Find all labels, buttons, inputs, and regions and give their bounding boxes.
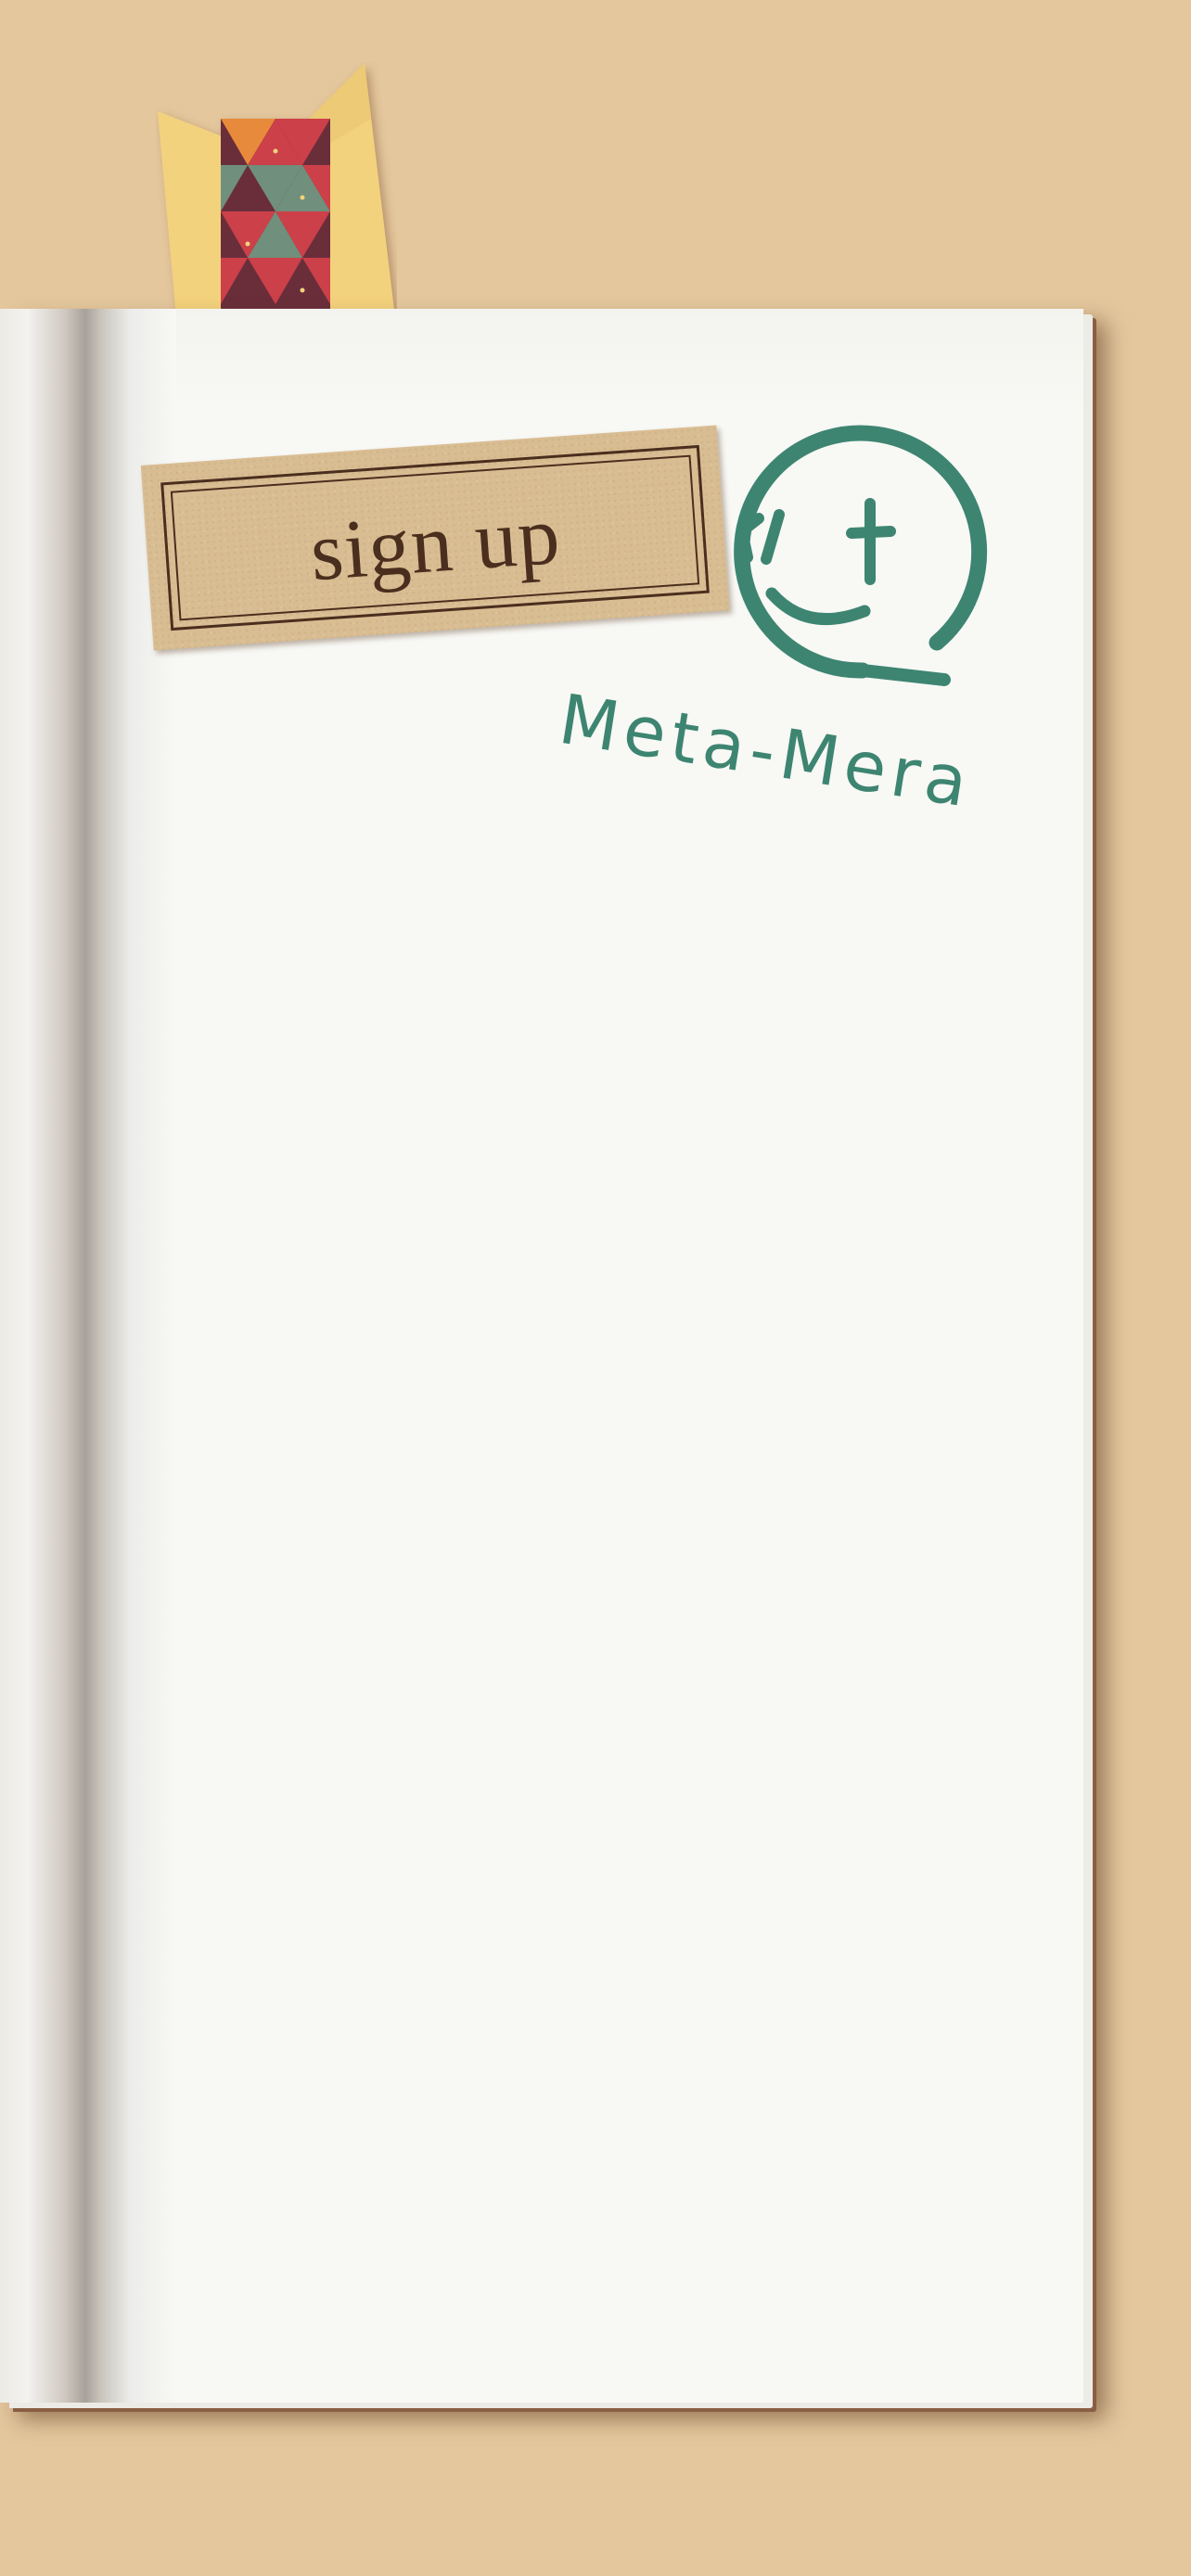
logo-wordmark: Meta-Mera	[554, 680, 979, 823]
smiley-speech-bubble-icon	[734, 425, 988, 686]
notebook-spine	[0, 309, 176, 2403]
triangle-pattern-ribbon-icon	[158, 63, 395, 318]
bookmark-ribbon	[156, 63, 397, 318]
